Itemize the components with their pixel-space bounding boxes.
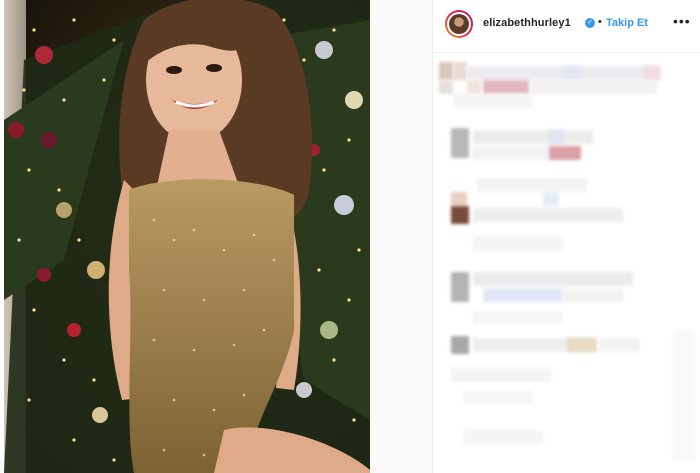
blur-block — [439, 62, 453, 80]
blur-block — [453, 94, 533, 108]
blur-block — [473, 272, 633, 286]
blur-block — [451, 192, 467, 206]
blur-block — [439, 80, 453, 94]
blur-block — [563, 66, 581, 80]
instagram-post: elizabethhurley1 ✓ • Takip Et ••• — [0, 0, 700, 473]
blur-block — [643, 66, 661, 80]
blur-block — [453, 62, 467, 80]
separator-dot: • — [598, 16, 602, 28]
blur-block — [467, 66, 657, 80]
blur-block — [463, 430, 543, 444]
blur-block — [451, 128, 469, 158]
blur-block — [463, 390, 533, 404]
follow-button[interactable]: Takip Et — [606, 17, 648, 29]
blur-block — [467, 80, 481, 94]
blur-block — [548, 130, 564, 144]
blur-block — [549, 146, 581, 160]
background-gap — [370, 0, 432, 473]
blur-block — [483, 288, 563, 302]
blur-block — [451, 272, 469, 302]
blur-block — [473, 208, 623, 222]
username-link[interactable]: elizabethhurley1 — [483, 17, 571, 29]
blur-block — [473, 236, 563, 250]
blur-block — [451, 336, 469, 354]
blur-block — [473, 130, 593, 144]
blur-block — [483, 80, 529, 94]
blur-block — [473, 146, 548, 160]
blur-block — [451, 206, 469, 224]
blur-block — [673, 330, 695, 460]
blur-block — [563, 288, 623, 302]
profile-avatar[interactable] — [445, 10, 473, 38]
post-header: elizabethhurley1 ✓ • Takip Et ••• — [433, 0, 700, 53]
blur-block — [599, 338, 639, 352]
blur-block — [477, 178, 587, 192]
more-options-icon[interactable]: ••• — [673, 13, 691, 29]
post-side-panel: elizabethhurley1 ✓ • Takip Et ••• — [432, 0, 700, 473]
verified-badge-icon: ✓ — [585, 18, 595, 28]
avatar-image — [449, 14, 469, 34]
blur-block — [543, 192, 559, 206]
post-photo[interactable] — [4, 0, 370, 473]
post-photo-illustration — [4, 0, 370, 473]
blur-block — [451, 368, 551, 382]
blur-block — [531, 80, 657, 94]
blur-block — [567, 338, 597, 352]
blur-block — [473, 310, 563, 324]
